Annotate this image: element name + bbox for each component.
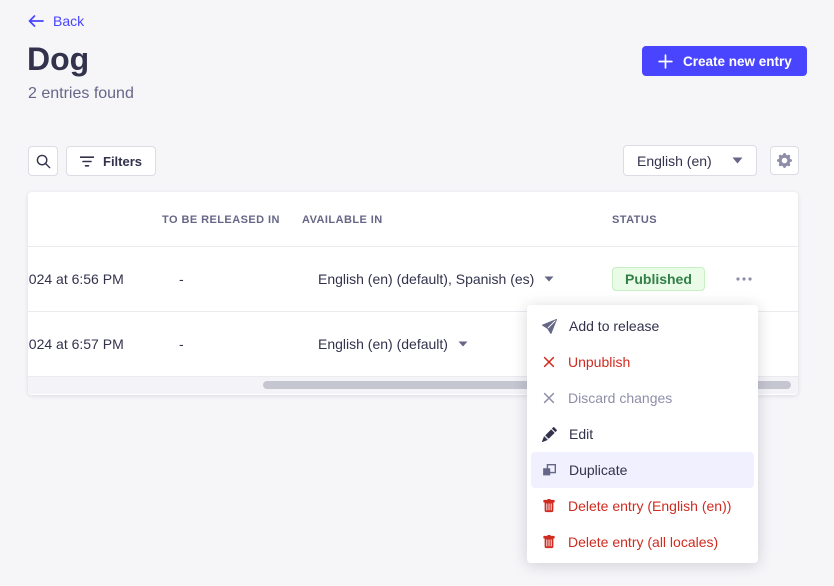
available-in-value: English (en) (default): [318, 336, 448, 352]
filters-button[interactable]: Filters: [66, 146, 156, 176]
to-be-released-in-cell: -: [179, 336, 184, 352]
filters-label: Filters: [103, 154, 142, 169]
trash-icon: [542, 499, 556, 513]
row-actions-menu: Add to release Unpublish Discard changes…: [527, 305, 758, 563]
entries-count: 2 entries found: [28, 85, 134, 103]
more-horizontal-icon: [736, 277, 752, 281]
back-button[interactable]: Back: [28, 13, 84, 29]
caret-down-icon: [732, 157, 743, 164]
create-new-entry-button[interactable]: Create new entry: [642, 46, 807, 76]
settings-button[interactable]: [770, 146, 799, 175]
menu-item-delete-entry-all-locales[interactable]: Delete entry (all locales): [531, 524, 754, 560]
duplicate-icon: [542, 463, 557, 478]
to-be-released-in-cell: -: [179, 271, 184, 287]
available-in-cell[interactable]: English (en) (default): [318, 336, 468, 352]
gear-icon: [777, 153, 792, 168]
content-manager-page: Back Dog 2 entries found Create new entr…: [0, 0, 834, 586]
row-actions-button[interactable]: [730, 265, 758, 293]
arrow-left-icon: [28, 15, 44, 27]
locale-select[interactable]: English (en): [623, 145, 757, 176]
menu-item-delete-entry-locale[interactable]: Delete entry (English (en)): [531, 488, 754, 524]
search-icon: [36, 154, 51, 169]
column-header-to-be-released-in[interactable]: TO BE RELEASED IN: [162, 192, 280, 247]
plus-icon: [657, 53, 674, 70]
menu-item-edit[interactable]: Edit: [531, 416, 754, 452]
page-title: Dog: [27, 41, 89, 78]
available-in-cell[interactable]: English (en) (default), Spanish (es): [318, 271, 554, 287]
pencil-icon: [542, 427, 557, 442]
trash-icon: [542, 535, 556, 549]
cross-icon: [542, 391, 556, 405]
status-badge: Published: [612, 267, 705, 291]
back-label: Back: [53, 13, 84, 29]
menu-item-unpublish[interactable]: Unpublish: [531, 344, 754, 380]
available-in-value: English (en) (default), Spanish (es): [318, 271, 534, 287]
create-new-entry-label: Create new entry: [683, 54, 792, 69]
filter-icon: [80, 156, 94, 167]
updated-at-cell: 2024 at 6:56 PM: [28, 271, 180, 287]
table-header-row: TO BE RELEASED IN AVAILABLE IN STATUS: [28, 192, 798, 247]
cross-icon: [542, 355, 556, 369]
table-row[interactable]: 2024 at 6:56 PM - English (en) (default)…: [28, 247, 798, 312]
send-icon: [542, 319, 557, 334]
menu-item-add-to-release[interactable]: Add to release: [531, 308, 754, 344]
menu-item-duplicate[interactable]: Duplicate: [531, 452, 754, 488]
updated-at-cell: 2024 at 6:57 PM: [28, 336, 180, 352]
search-button[interactable]: [28, 146, 58, 176]
column-header-status[interactable]: STATUS: [612, 192, 657, 247]
caret-down-icon: [544, 276, 554, 282]
column-header-available-in[interactable]: AVAILABLE IN: [302, 192, 383, 247]
menu-item-discard-changes[interactable]: Discard changes: [531, 380, 754, 416]
locale-select-value: English (en): [637, 153, 712, 169]
caret-down-icon: [458, 341, 468, 347]
